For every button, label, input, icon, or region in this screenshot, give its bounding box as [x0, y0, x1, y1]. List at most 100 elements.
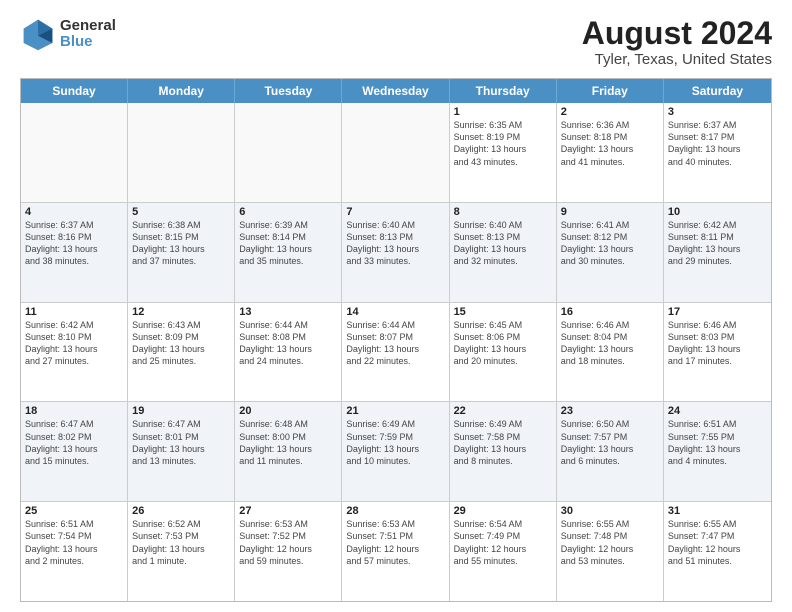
- day-number: 22: [454, 405, 552, 417]
- cal-cell: 23Sunrise: 6:50 AM Sunset: 7:57 PM Dayli…: [557, 402, 664, 501]
- day-info: Sunrise: 6:40 AM Sunset: 8:13 PM Dayligh…: [346, 219, 444, 268]
- cal-cell: 26Sunrise: 6:52 AM Sunset: 7:53 PM Dayli…: [128, 502, 235, 601]
- day-number: 27: [239, 505, 337, 517]
- day-info: Sunrise: 6:42 AM Sunset: 8:10 PM Dayligh…: [25, 319, 123, 368]
- day-info: Sunrise: 6:38 AM Sunset: 8:15 PM Dayligh…: [132, 219, 230, 268]
- day-number: 10: [668, 206, 767, 218]
- day-info: Sunrise: 6:44 AM Sunset: 8:07 PM Dayligh…: [346, 319, 444, 368]
- day-info: Sunrise: 6:49 AM Sunset: 7:58 PM Dayligh…: [454, 418, 552, 467]
- day-info: Sunrise: 6:51 AM Sunset: 7:54 PM Dayligh…: [25, 518, 123, 567]
- cal-cell: 9Sunrise: 6:41 AM Sunset: 8:12 PM Daylig…: [557, 203, 664, 302]
- cal-cell: 10Sunrise: 6:42 AM Sunset: 8:11 PM Dayli…: [664, 203, 771, 302]
- cal-row-5: 25Sunrise: 6:51 AM Sunset: 7:54 PM Dayli…: [21, 501, 771, 601]
- day-info: Sunrise: 6:36 AM Sunset: 8:18 PM Dayligh…: [561, 119, 659, 168]
- day-info: Sunrise: 6:39 AM Sunset: 8:14 PM Dayligh…: [239, 219, 337, 268]
- day-number: 17: [668, 306, 767, 318]
- day-info: Sunrise: 6:51 AM Sunset: 7:55 PM Dayligh…: [668, 418, 767, 467]
- day-info: Sunrise: 6:54 AM Sunset: 7:49 PM Dayligh…: [454, 518, 552, 567]
- logo-line1: General: [60, 18, 116, 35]
- cal-cell: 14Sunrise: 6:44 AM Sunset: 8:07 PM Dayli…: [342, 303, 449, 402]
- day-number: 24: [668, 405, 767, 417]
- day-number: 21: [346, 405, 444, 417]
- day-number: 9: [561, 206, 659, 218]
- cal-header-cell-monday: Monday: [128, 79, 235, 103]
- day-number: 14: [346, 306, 444, 318]
- day-info: Sunrise: 6:37 AM Sunset: 8:16 PM Dayligh…: [25, 219, 123, 268]
- cal-cell: 1Sunrise: 6:35 AM Sunset: 8:19 PM Daylig…: [450, 103, 557, 202]
- cal-row-1: 1Sunrise: 6:35 AM Sunset: 8:19 PM Daylig…: [21, 103, 771, 202]
- cal-cell: 18Sunrise: 6:47 AM Sunset: 8:02 PM Dayli…: [21, 402, 128, 501]
- page-title: August 2024: [582, 16, 772, 51]
- day-number: 20: [239, 405, 337, 417]
- day-number: 11: [25, 306, 123, 318]
- cal-cell: 22Sunrise: 6:49 AM Sunset: 7:58 PM Dayli…: [450, 402, 557, 501]
- day-number: 13: [239, 306, 337, 318]
- day-number: 28: [346, 505, 444, 517]
- cal-cell: 8Sunrise: 6:40 AM Sunset: 8:13 PM Daylig…: [450, 203, 557, 302]
- day-number: 19: [132, 405, 230, 417]
- cal-cell: 31Sunrise: 6:55 AM Sunset: 7:47 PM Dayli…: [664, 502, 771, 601]
- cal-cell: 16Sunrise: 6:46 AM Sunset: 8:04 PM Dayli…: [557, 303, 664, 402]
- cal-cell: 3Sunrise: 6:37 AM Sunset: 8:17 PM Daylig…: [664, 103, 771, 202]
- day-number: 18: [25, 405, 123, 417]
- cal-cell: 28Sunrise: 6:53 AM Sunset: 7:51 PM Dayli…: [342, 502, 449, 601]
- cal-header-cell-tuesday: Tuesday: [235, 79, 342, 103]
- day-info: Sunrise: 6:47 AM Sunset: 8:02 PM Dayligh…: [25, 418, 123, 467]
- header: General Blue August 2024 Tyler, Texas, U…: [20, 16, 772, 68]
- day-info: Sunrise: 6:42 AM Sunset: 8:11 PM Dayligh…: [668, 219, 767, 268]
- day-number: 16: [561, 306, 659, 318]
- cal-header-cell-thursday: Thursday: [450, 79, 557, 103]
- day-info: Sunrise: 6:46 AM Sunset: 8:03 PM Dayligh…: [668, 319, 767, 368]
- day-number: 30: [561, 505, 659, 517]
- day-number: 8: [454, 206, 552, 218]
- cal-row-4: 18Sunrise: 6:47 AM Sunset: 8:02 PM Dayli…: [21, 401, 771, 501]
- cal-row-3: 11Sunrise: 6:42 AM Sunset: 8:10 PM Dayli…: [21, 302, 771, 402]
- cal-cell: 13Sunrise: 6:44 AM Sunset: 8:08 PM Dayli…: [235, 303, 342, 402]
- logo-icon: [20, 16, 56, 52]
- day-info: Sunrise: 6:41 AM Sunset: 8:12 PM Dayligh…: [561, 219, 659, 268]
- calendar-body: 1Sunrise: 6:35 AM Sunset: 8:19 PM Daylig…: [21, 103, 771, 601]
- day-number: 5: [132, 206, 230, 218]
- cal-cell: 20Sunrise: 6:48 AM Sunset: 8:00 PM Dayli…: [235, 402, 342, 501]
- cal-cell: 11Sunrise: 6:42 AM Sunset: 8:10 PM Dayli…: [21, 303, 128, 402]
- cal-row-2: 4Sunrise: 6:37 AM Sunset: 8:16 PM Daylig…: [21, 202, 771, 302]
- day-info: Sunrise: 6:47 AM Sunset: 8:01 PM Dayligh…: [132, 418, 230, 467]
- day-info: Sunrise: 6:49 AM Sunset: 7:59 PM Dayligh…: [346, 418, 444, 467]
- day-number: 12: [132, 306, 230, 318]
- cal-cell: 29Sunrise: 6:54 AM Sunset: 7:49 PM Dayli…: [450, 502, 557, 601]
- cal-cell: 19Sunrise: 6:47 AM Sunset: 8:01 PM Dayli…: [128, 402, 235, 501]
- day-info: Sunrise: 6:55 AM Sunset: 7:47 PM Dayligh…: [668, 518, 767, 567]
- cal-cell: 15Sunrise: 6:45 AM Sunset: 8:06 PM Dayli…: [450, 303, 557, 402]
- page: General Blue August 2024 Tyler, Texas, U…: [0, 0, 792, 612]
- day-number: 25: [25, 505, 123, 517]
- day-info: Sunrise: 6:35 AM Sunset: 8:19 PM Dayligh…: [454, 119, 552, 168]
- logo: General Blue: [20, 16, 116, 52]
- cal-cell: 30Sunrise: 6:55 AM Sunset: 7:48 PM Dayli…: [557, 502, 664, 601]
- day-info: Sunrise: 6:37 AM Sunset: 8:17 PM Dayligh…: [668, 119, 767, 168]
- cal-cell: 25Sunrise: 6:51 AM Sunset: 7:54 PM Dayli…: [21, 502, 128, 601]
- cal-header-cell-friday: Friday: [557, 79, 664, 103]
- page-subtitle: Tyler, Texas, United States: [582, 51, 772, 68]
- cal-header-cell-wednesday: Wednesday: [342, 79, 449, 103]
- day-number: 3: [668, 106, 767, 118]
- cal-cell: [235, 103, 342, 202]
- cal-cell: 17Sunrise: 6:46 AM Sunset: 8:03 PM Dayli…: [664, 303, 771, 402]
- day-info: Sunrise: 6:44 AM Sunset: 8:08 PM Dayligh…: [239, 319, 337, 368]
- cal-cell: 21Sunrise: 6:49 AM Sunset: 7:59 PM Dayli…: [342, 402, 449, 501]
- cal-cell: [21, 103, 128, 202]
- day-info: Sunrise: 6:53 AM Sunset: 7:51 PM Dayligh…: [346, 518, 444, 567]
- title-block: August 2024 Tyler, Texas, United States: [582, 16, 772, 68]
- calendar: SundayMondayTuesdayWednesdayThursdayFrid…: [20, 78, 772, 602]
- day-number: 15: [454, 306, 552, 318]
- cal-cell: 2Sunrise: 6:36 AM Sunset: 8:18 PM Daylig…: [557, 103, 664, 202]
- day-info: Sunrise: 6:55 AM Sunset: 7:48 PM Dayligh…: [561, 518, 659, 567]
- logo-text: General Blue: [60, 18, 116, 51]
- logo-line2: Blue: [60, 34, 116, 51]
- day-info: Sunrise: 6:46 AM Sunset: 8:04 PM Dayligh…: [561, 319, 659, 368]
- cal-cell: 4Sunrise: 6:37 AM Sunset: 8:16 PM Daylig…: [21, 203, 128, 302]
- day-number: 31: [668, 505, 767, 517]
- day-info: Sunrise: 6:52 AM Sunset: 7:53 PM Dayligh…: [132, 518, 230, 567]
- cal-header-cell-saturday: Saturday: [664, 79, 771, 103]
- cal-cell: [342, 103, 449, 202]
- day-number: 29: [454, 505, 552, 517]
